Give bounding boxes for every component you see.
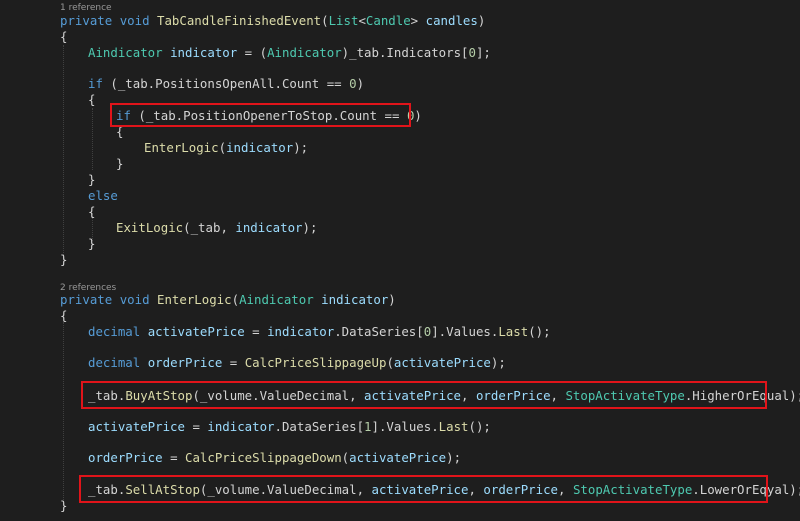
variable: activatePrice (147, 324, 245, 339)
keyword-void: void (119, 292, 150, 307)
references-hint[interactable]: 1 reference (60, 3, 112, 13)
code-text: (); (468, 419, 491, 434)
code-text: ( (386, 355, 394, 370)
number: 1 (364, 419, 372, 434)
indent-guide (92, 108, 93, 170)
code-text: )_tab.Indicators[ (341, 45, 469, 60)
highlight-box (110, 103, 411, 127)
method-name: EnterLogic (157, 292, 232, 307)
function-call: Last (438, 419, 469, 434)
number: 0 (349, 76, 357, 91)
punctuation: ( (231, 292, 240, 307)
code-text: ( (341, 450, 350, 465)
code-line-indicator-decl: Aindicator indicator = (Aindicator)_tab.… (88, 45, 491, 61)
variable: orderPrice (147, 355, 223, 370)
code-text: ].Values. (431, 324, 499, 339)
code-line-brace: } (88, 172, 96, 187)
code-line-brace: { (88, 92, 96, 107)
code-line-brace: } (60, 498, 68, 513)
code-text: ].Values. (371, 419, 439, 434)
code-line-brace: } (88, 236, 96, 251)
keyword-decimal: decimal (88, 355, 141, 370)
type: Aindicator (267, 45, 342, 60)
code-text: ); (446, 450, 462, 465)
keyword-private: private (60, 292, 113, 307)
keyword-decimal: decimal (88, 324, 141, 339)
keyword-private: private (60, 13, 113, 28)
type-list: List (328, 13, 359, 28)
code-text: = (184, 419, 208, 434)
code-line-brace: { (60, 29, 68, 44)
code-text: ); (293, 140, 309, 155)
punctuation: > (410, 13, 419, 28)
code-line-brace: { (88, 204, 96, 219)
variable: activatePrice (393, 355, 491, 370)
method-name: TabCandleFinishedEvent (157, 13, 322, 28)
code-line-activate-price-decl: decimal activatePrice = indicator.DataSe… (88, 324, 551, 340)
code-line-activate-price-assign: activatePrice = indicator.DataSeries[1].… (88, 419, 491, 435)
type: Aindicator (88, 45, 163, 60)
parameter: indicator (321, 292, 389, 307)
function-call: Last (498, 324, 529, 339)
code-line-enter-logic-call: EnterLogic(indicator); (144, 140, 308, 156)
number: 0 (468, 45, 476, 60)
keyword-if: if (88, 76, 103, 91)
function-call: CalcPriceSlippageUp (244, 355, 387, 370)
code-text: (_tab.PositionsOpenAll.Count == (102, 76, 350, 91)
code-text: (); (528, 324, 551, 339)
code-line-brace: { (60, 308, 68, 323)
parameter: candles (425, 13, 478, 28)
code-line-exit-logic-call: ExitLogic(_tab, indicator); (116, 220, 317, 236)
variable: indicator (170, 45, 238, 60)
code-text: ); (302, 220, 318, 235)
punctuation: ) (388, 292, 396, 307)
code-line-order-price-decl: decimal orderPrice = CalcPriceSlippageUp… (88, 355, 506, 371)
punctuation: ) (477, 13, 486, 28)
variable: indicator (267, 324, 335, 339)
code-text: .DataSeries[ (274, 419, 365, 434)
code-line-brace: } (116, 156, 124, 171)
variable: indicator (207, 419, 275, 434)
code-line-method-signature: private void TabCandleFinishedEvent(List… (60, 13, 485, 29)
highlight-box (81, 381, 767, 409)
function-call: CalcPriceSlippageDown (185, 450, 342, 465)
punctuation: < (358, 13, 366, 28)
type-candle: Candle (365, 13, 411, 28)
code-text: ) (414, 108, 422, 123)
highlight-box (79, 475, 768, 503)
keyword-void: void (119, 13, 150, 28)
code-text: ]; (475, 45, 491, 60)
code-text: = ( (237, 45, 268, 60)
line-number-gutter (0, 0, 36, 521)
variable: activatePrice (349, 450, 447, 465)
variable: indicator (226, 140, 294, 155)
function-call: EnterLogic (144, 140, 219, 155)
code-line-if-open-all: if (_tab.PositionsOpenAll.Count == 0) (88, 76, 364, 92)
indent-guide (63, 322, 64, 500)
code-text: ); (490, 355, 506, 370)
code-text: (_tab, (183, 220, 236, 235)
variable: activatePrice (88, 419, 185, 434)
variable: indicator (235, 220, 303, 235)
function-call: ExitLogic (116, 220, 184, 235)
code-text: = (162, 450, 185, 465)
code-text: ) (356, 76, 365, 91)
code-line-order-price-assign: orderPrice = CalcPriceSlippageDown(activ… (88, 450, 461, 466)
variable: orderPrice (88, 450, 163, 465)
code-text: ( (218, 140, 227, 155)
keyword-else: else (88, 188, 118, 203)
punctuation: ( (321, 13, 329, 28)
code-line-brace: } (60, 252, 68, 267)
code-editor[interactable]: 1 reference private void TabCandleFinish… (0, 0, 800, 521)
code-text: .DataSeries[ (334, 324, 424, 339)
indent-guide (63, 45, 64, 255)
code-text: = (244, 324, 268, 339)
code-line-method-signature: private void EnterLogic(Aindicator indic… (60, 292, 396, 308)
code-text: = (222, 355, 245, 370)
type: Aindicator (239, 292, 314, 307)
code-line-else: else (88, 188, 118, 204)
